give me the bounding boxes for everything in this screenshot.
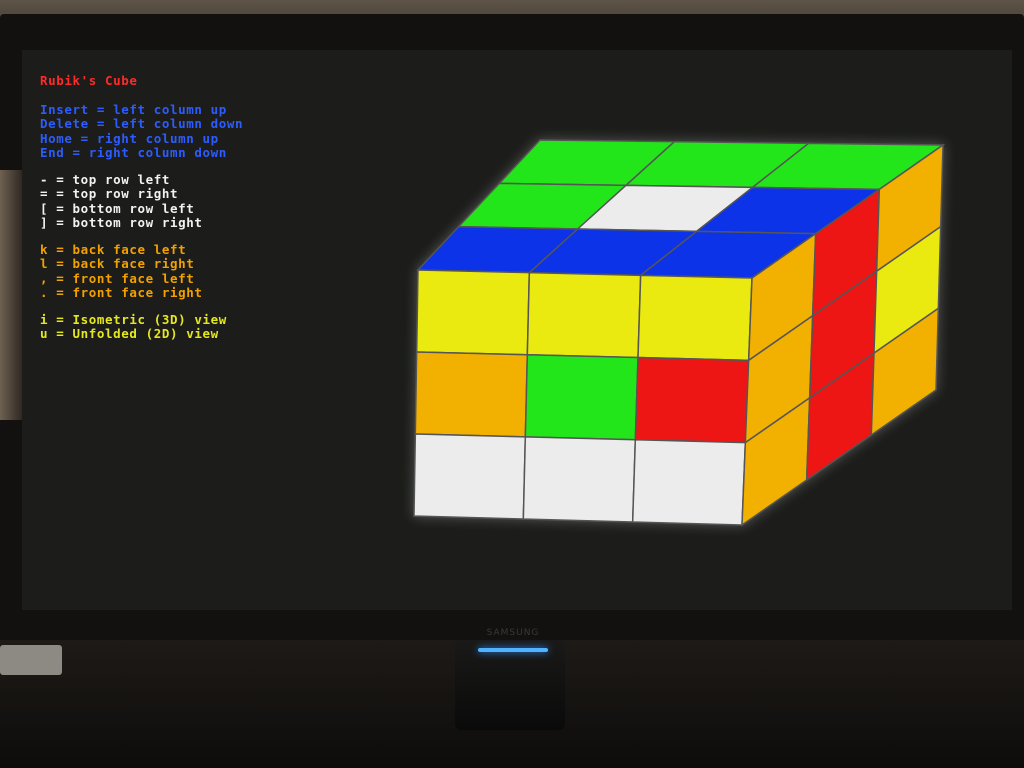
legend-line-insert: Insert = left column up	[40, 101, 227, 117]
cube-sticker-front-0-2	[637, 274, 753, 362]
cube-sticker-front-1-0	[414, 351, 529, 438]
left-device	[0, 645, 62, 675]
legend-line-equals: = = top row right	[40, 186, 179, 201]
cube-sticker-front-2-1	[522, 436, 637, 523]
legend-line-delete: Delete = left column down	[40, 116, 244, 131]
legend-line-minus: - = top row left	[40, 171, 171, 187]
legend-group-views: i = Isometric (3D) view u = Unfolded (2D…	[40, 311, 243, 342]
power-led	[478, 648, 548, 652]
cube-sticker-front-1-2	[634, 356, 750, 444]
legend-line-comma: , = front face left	[40, 270, 195, 286]
legend-line-home: Home = right column up	[40, 130, 219, 146]
legend-group-rows: - = top row left = = top row right [ = b…	[40, 171, 243, 231]
legend-line-open-bracket: [ = bottom row left	[40, 200, 195, 216]
monitor-stand	[455, 640, 565, 730]
monitor-brand-logo: SAMSUNG	[486, 628, 540, 638]
legend-line-period: . = front face right	[40, 285, 203, 300]
legend-line-i: i = Isometric (3D) view	[40, 311, 227, 327]
cube-sticker-front-2-2	[631, 439, 747, 526]
legend-line-close-bracket: ] = bottom row right	[40, 215, 203, 230]
cube-sticker-front-2-0	[413, 433, 527, 520]
legend-group-faces: k = back face left l = back face right ,…	[40, 241, 243, 301]
legend-group-columns: Insert = left column up Delete = left co…	[40, 101, 244, 161]
controls-legend: Rubik's Cube Insert = left column up Del…	[40, 73, 244, 354]
cube-sticker-front-0-0	[415, 269, 531, 356]
cube-sticker-front-1-1	[524, 354, 639, 441]
legend-line-l: l = back face right	[40, 256, 195, 271]
cube-canvas	[413, 139, 946, 527]
monitor-side-edge	[0, 170, 22, 420]
legend-line-end: End = right column down	[40, 145, 227, 160]
app-title: Rubik's Cube	[40, 73, 138, 88]
cube-sticker-front-0-1	[526, 271, 642, 359]
rubiks-cube-3d	[405, 130, 965, 540]
legend-line-k: k = back face left	[40, 241, 187, 257]
legend-line-u: u = Unfolded (2D) view	[40, 326, 219, 341]
